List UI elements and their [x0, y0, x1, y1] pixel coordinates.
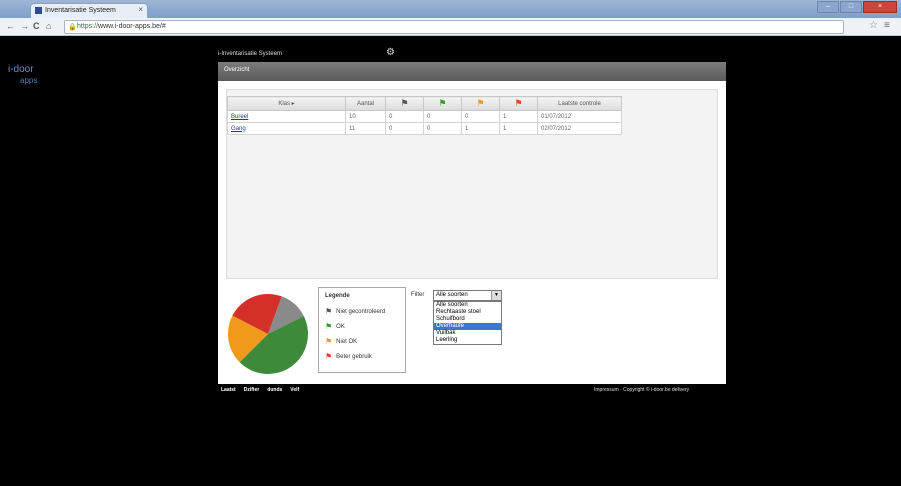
logo: i-door apps	[8, 64, 37, 86]
browser-toolbar: ← → C ⌂ 🔒 https://www.i-door-apps.be/# ☆…	[0, 18, 901, 36]
logo-line2: apps	[20, 76, 38, 85]
flag-red-icon: ⚑	[514, 98, 523, 108]
status-pie-chart	[228, 294, 308, 374]
filter-option[interactable]: Alle soorten	[434, 302, 501, 309]
legend-label: OK	[336, 323, 345, 330]
footer-link[interactable]: Velf	[290, 387, 299, 393]
footer-link[interactable]: dunds	[267, 387, 282, 393]
table-row: Gang 11 0 0 1 1 02/07/2012	[227, 122, 622, 135]
filter-dropdown-list: Alle soorten Rechtaaste stoel Schuifbord…	[433, 301, 502, 345]
table-container: Klas ▸ Aantal ⚑ ⚑ ⚑ ⚑ Laatste controle B…	[226, 89, 718, 279]
legend-label: Beter gebruik	[336, 353, 372, 360]
footer-link[interactable]: Laatst	[221, 387, 236, 393]
browser-tab[interactable]: Inventarisatie Systeem ×	[30, 3, 148, 18]
browser-menu-icon[interactable]: ≡	[884, 20, 890, 31]
tab-close-icon[interactable]: ×	[138, 5, 143, 14]
flag-grey-icon: ⚑	[400, 98, 409, 108]
footer-links: Laatst Dzifter dunds Velf	[221, 387, 299, 393]
inventory-table: Klas ▸ Aantal ⚑ ⚑ ⚑ ⚑ Laatste controle B…	[227, 96, 622, 135]
cell-klas[interactable]: Gang	[227, 122, 346, 135]
cell-klas[interactable]: Bureel	[227, 110, 346, 123]
col-header-flag-green[interactable]: ⚑	[423, 96, 462, 111]
main-panel: Overzicht Klas ▸ Aantal ⚑ ⚑ ⚑ ⚑ Laatste …	[218, 62, 726, 384]
cell-aantal: 11	[345, 122, 386, 135]
cell-aantal: 10	[345, 110, 386, 123]
col-header-flag-red[interactable]: ⚑	[499, 96, 538, 111]
browser-tabbar: Inventarisatie Systeem × – □ ×	[0, 0, 901, 18]
col-header-aantal[interactable]: Aantal	[345, 96, 386, 111]
address-bar[interactable]: 🔒 https://www.i-door-apps.be/#	[64, 20, 844, 34]
forward-icon[interactable]: →	[20, 21, 29, 31]
cell-flag-green: 0	[423, 110, 462, 123]
panel-header: Overzicht	[218, 62, 726, 81]
cell-date: 02/07/2012	[537, 122, 622, 135]
minimize-button[interactable]: –	[817, 1, 839, 13]
legend-title: Legende	[325, 293, 350, 299]
col-header-laatste-controle[interactable]: Laatste controle	[537, 96, 622, 111]
flag-green-icon: ⚑	[325, 322, 333, 331]
legend-item: ⚑ Beter gebruik	[325, 349, 399, 364]
legend-item: ⚑ Niet OK	[325, 334, 399, 349]
legend-label: Niet OK	[336, 338, 358, 345]
cell-flag-grey: 0	[385, 122, 424, 135]
flag-green-icon: ⚑	[438, 98, 447, 108]
back-icon[interactable]: ←	[6, 21, 15, 31]
filter-option[interactable]: Leerling	[434, 337, 501, 344]
bookmark-star-icon[interactable]: ☆	[869, 20, 878, 31]
filter-option[interactable]: Vuilbak	[434, 330, 501, 337]
flag-red-icon: ⚑	[325, 352, 333, 361]
home-icon[interactable]: ⌂	[46, 21, 51, 31]
gear-icon[interactable]: ⚙	[386, 47, 395, 58]
cell-date: 01/07/2012	[537, 110, 622, 123]
logo-line1: i-door	[8, 64, 34, 75]
url-scheme: https://	[77, 23, 99, 30]
flag-orange-icon: ⚑	[476, 98, 485, 108]
filter-selected-value: Alle soorten	[436, 292, 468, 298]
klas-link[interactable]: Bureel	[231, 114, 248, 120]
cell-flag-orange: 0	[461, 110, 500, 123]
table-header-row: Klas ▸ Aantal ⚑ ⚑ ⚑ ⚑ Laatste controle	[227, 96, 622, 111]
filter-option-highlighted[interactable]: Overhaufe	[434, 323, 501, 330]
filter-label: Filter	[411, 292, 425, 298]
table-row: Bureel 10 0 0 0 1 01/07/2012	[227, 110, 622, 123]
legend-item: ⚑ Niet gecontroleerd	[325, 304, 399, 319]
footer-copyright: Impressum · Copyright © i-door.be delive…	[594, 387, 690, 393]
cell-flag-red: 1	[499, 122, 538, 135]
legend-box: Legende ⚑ Niet gecontroleerd ⚑ OK ⚑ Niet…	[318, 287, 406, 373]
cell-flag-orange: 1	[461, 122, 500, 135]
app-title: i-Inventarisatie Systeem	[218, 51, 283, 57]
filter-option[interactable]: Schuifbord	[434, 316, 501, 323]
cell-flag-grey: 0	[385, 110, 424, 123]
favicon-icon	[35, 7, 42, 14]
chevron-down-icon[interactable]: ▼	[491, 291, 501, 300]
filter-option[interactable]: Rechtaaste stoel	[434, 309, 501, 316]
klas-link[interactable]: Gang	[231, 126, 246, 132]
filter-select[interactable]: Alle soorten ▼	[433, 290, 502, 301]
cell-flag-green: 0	[423, 122, 462, 135]
footer-link[interactable]: Dzifter	[244, 387, 260, 393]
flag-grey-icon: ⚑	[325, 307, 333, 316]
reload-icon[interactable]: C	[33, 21, 40, 31]
col-header-klas[interactable]: Klas ▸	[227, 96, 346, 111]
lock-icon: 🔒	[68, 24, 77, 31]
close-window-button[interactable]: ×	[863, 1, 897, 13]
legend-item: ⚑ OK	[325, 319, 399, 334]
flag-orange-icon: ⚑	[325, 337, 333, 346]
tab-title: Inventarisatie Systeem	[45, 7, 116, 14]
window-controls: – □ ×	[817, 1, 897, 13]
maximize-button[interactable]: □	[840, 1, 862, 13]
legend-label: Niet gecontroleerd	[336, 308, 386, 315]
url-text: www.i-door-apps.be/#	[98, 23, 166, 30]
cell-flag-red: 1	[499, 110, 538, 123]
col-header-flag-orange[interactable]: ⚑	[461, 96, 500, 111]
col-header-flag-grey[interactable]: ⚑	[385, 96, 424, 111]
